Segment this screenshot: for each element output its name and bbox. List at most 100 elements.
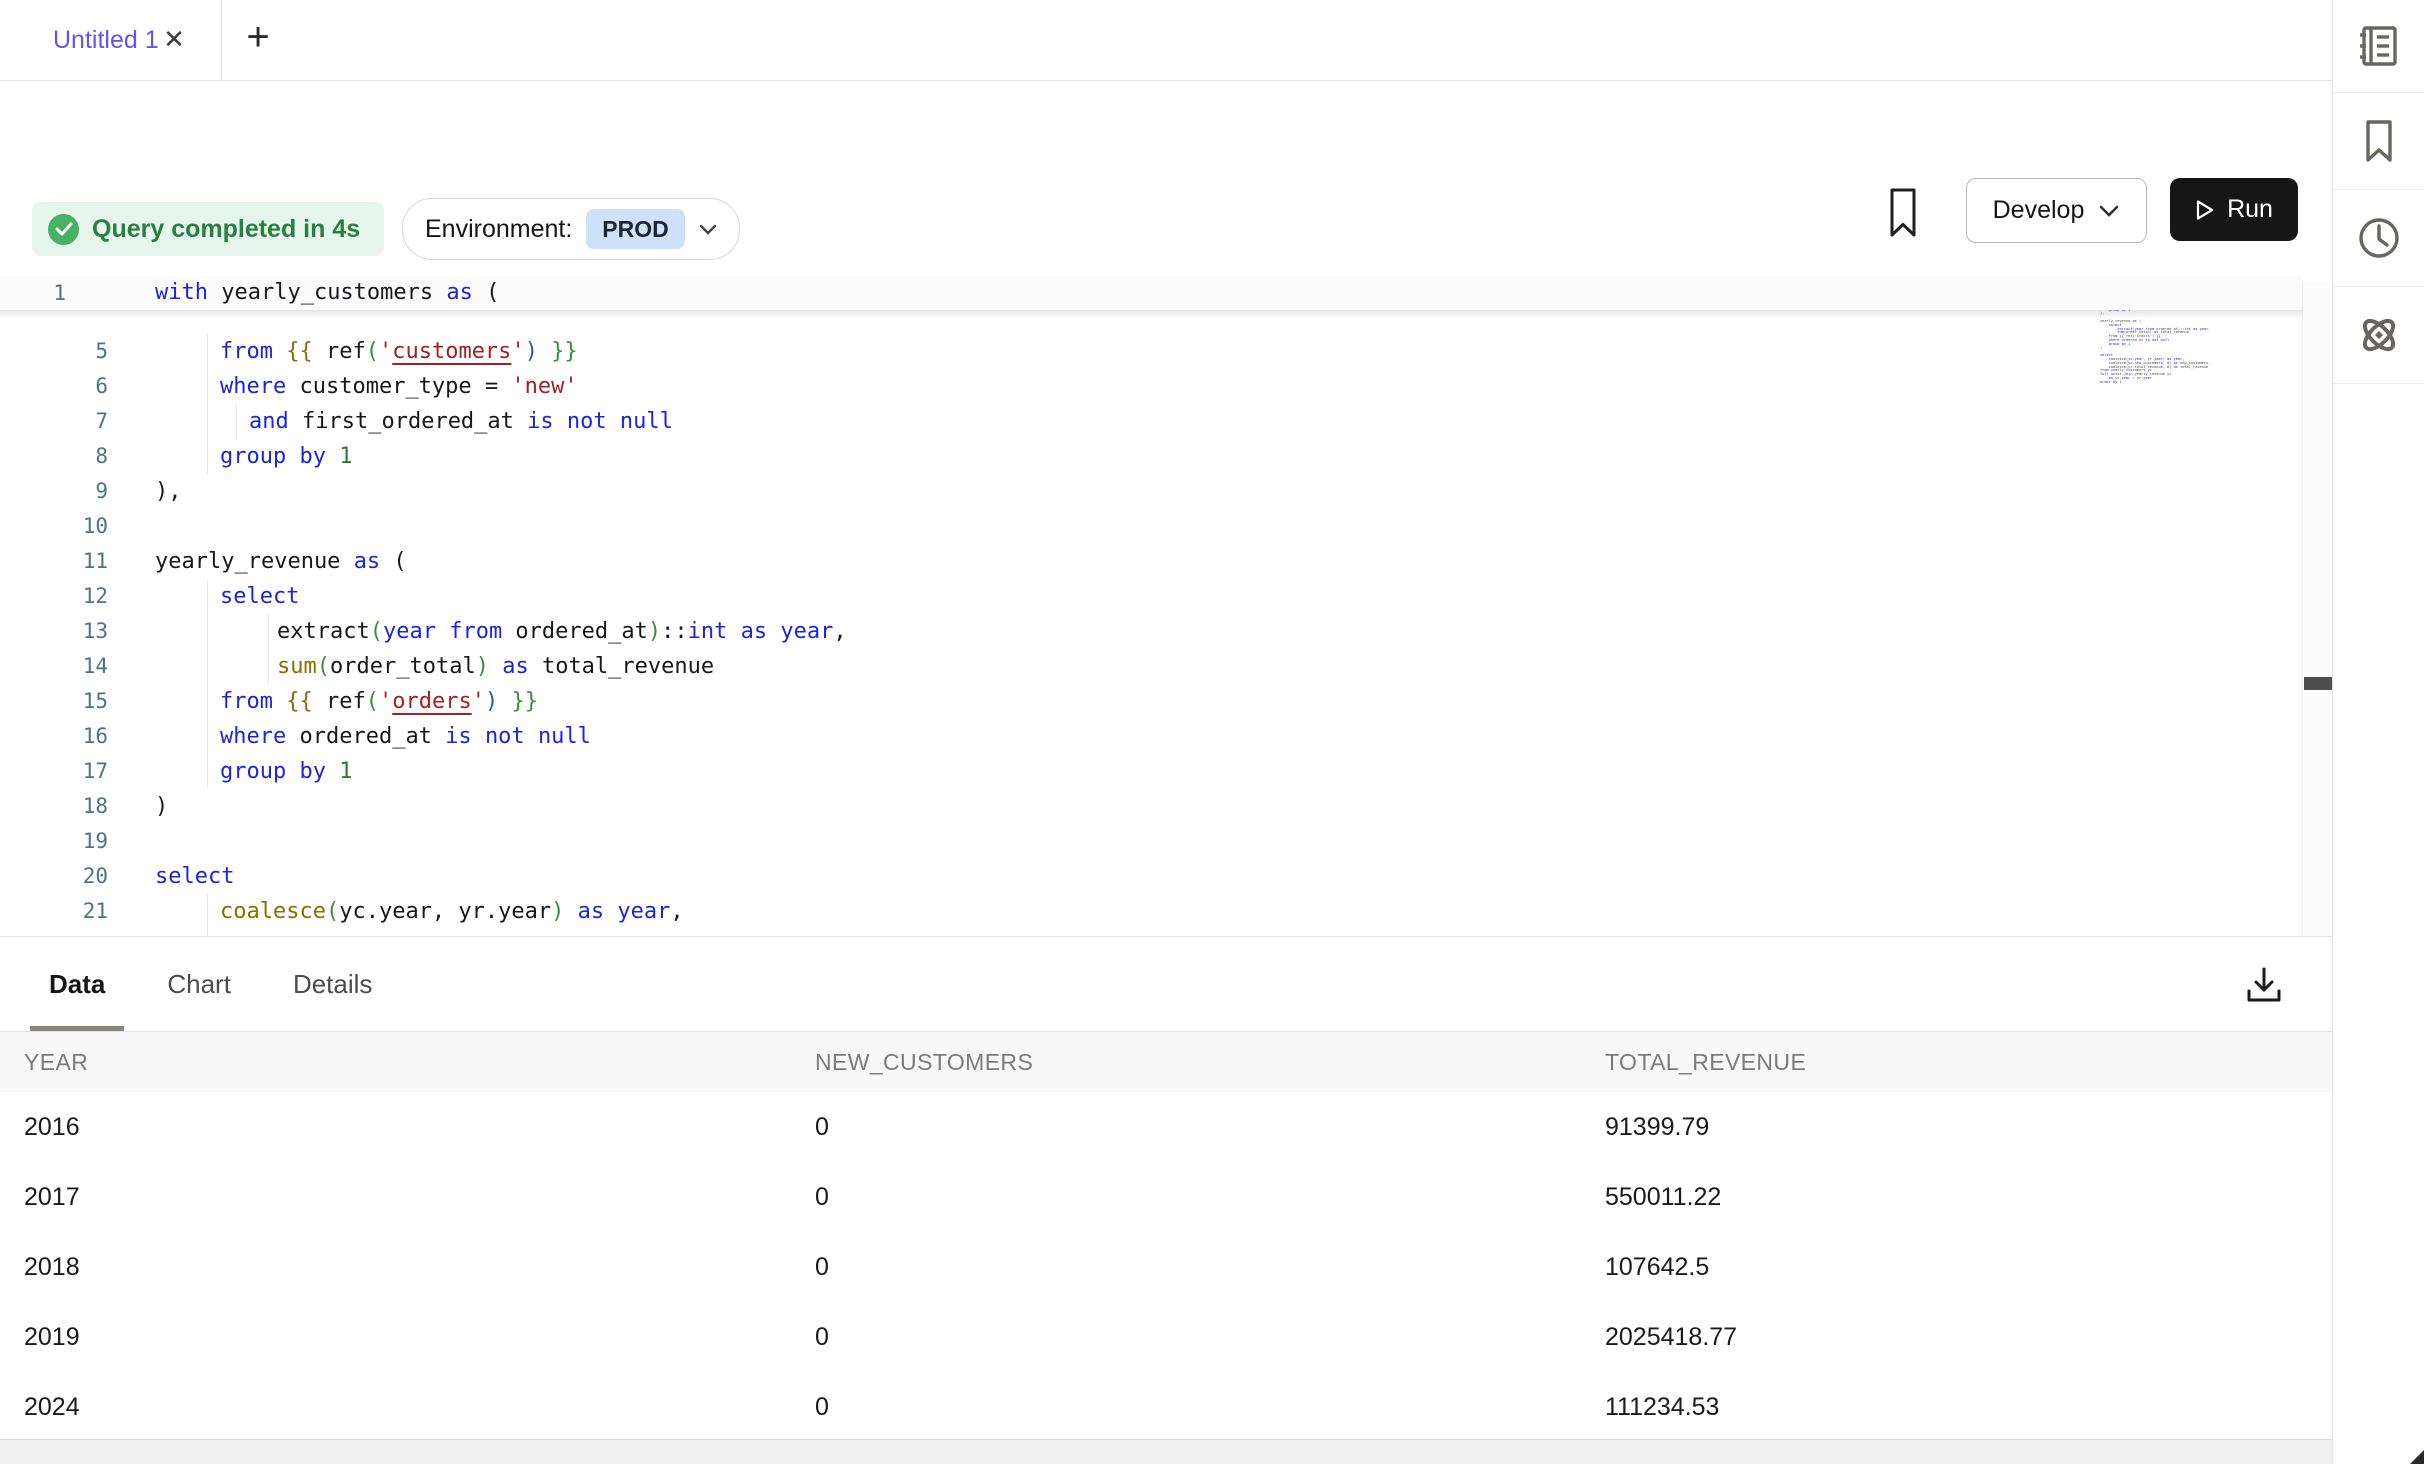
line-number: 1 <box>0 276 66 310</box>
ide-window: Untitled 1 ✕ + Develop <box>0 0 2424 1464</box>
code-token: ) <box>525 339 538 364</box>
results-tab-data[interactable]: Data <box>30 937 124 1031</box>
table-row: 20170550011.22 <box>0 1162 2332 1233</box>
code-text: coalesce(yc.year, yr.year) as year, <box>220 894 684 929</box>
line-number: 12 <box>0 579 108 614</box>
code-line-17: 17group by 1 <box>0 754 2302 789</box>
indent-guide <box>207 404 208 439</box>
indent-guide <box>207 684 208 719</box>
code-text: select <box>155 859 234 894</box>
code-token: extract <box>277 619 370 644</box>
code-token: ( <box>380 549 407 574</box>
bookmark-button[interactable] <box>1882 185 1924 241</box>
code-text: coalesce(yc.new_customers, 0) as new_cus… <box>220 929 843 936</box>
indent-guide <box>207 894 208 929</box>
line-number: 6 <box>0 369 108 404</box>
editor-scrollbar-track[interactable] <box>2302 282 2332 936</box>
code-token: customer_type = <box>286 374 511 399</box>
code-token: group <box>220 759 286 784</box>
code-token <box>538 339 551 364</box>
code-token: not <box>567 409 607 434</box>
table-row: 20240111234.53 <box>0 1372 2332 1443</box>
code-token: ref <box>313 339 366 364</box>
history-button[interactable] <box>2333 190 2424 287</box>
sticky-scroll-shadow <box>0 310 2302 319</box>
environment-label: Environment: <box>425 215 572 244</box>
develop-dropdown[interactable]: Develop <box>1966 178 2147 243</box>
code-line-8: 8 group by 1 <box>0 439 2302 474</box>
code-token: where <box>220 374 286 399</box>
code-token: total_revenue <box>529 654 714 679</box>
line-number: 18 <box>0 789 108 824</box>
code-line-21: 21coalesce(yc.year, yr.year) as year, <box>0 894 2302 929</box>
sticky-scroll-line[interactable]: 1with yearly_customers as ( <box>0 276 2302 310</box>
code-text: sum(order_total) as total_revenue <box>277 649 714 684</box>
dbt-lineage-button[interactable] <box>2333 287 2424 384</box>
code-line-10: 10 <box>0 509 2302 544</box>
code-line-22: 22coalesce(yc.new_customers, 0) as new_c… <box>0 929 2302 936</box>
line-number: 9 <box>0 474 108 509</box>
environment-selector[interactable]: Environment: PROD <box>402 198 740 260</box>
editor-scrollbar-thumb[interactable] <box>2304 677 2332 690</box>
line-number: 8 <box>0 439 108 474</box>
code-token: by <box>299 444 326 469</box>
code-token: select <box>220 584 299 609</box>
tab-title[interactable]: Untitled 1 <box>53 0 159 80</box>
code-token <box>273 689 286 714</box>
indent-guide <box>207 334 208 369</box>
code-token <box>767 619 780 644</box>
code-line-9: 9), <box>0 474 2302 509</box>
table-header-row: YEARNEW_CUSTOMERSTOTAL_REVENUE <box>0 1032 2332 1092</box>
tab-untitled-1[interactable]: Untitled 1 ✕ <box>0 0 221 80</box>
code-token: {{ <box>286 689 313 714</box>
table-row: 20180107642.5 <box>0 1232 2332 1303</box>
code-token: ) <box>551 899 564 924</box>
code-token: null <box>620 409 673 434</box>
code-token: and <box>249 409 289 434</box>
table-cell: 0 <box>815 1113 1605 1142</box>
code-token: with <box>155 280 208 305</box>
code-token: }} <box>551 339 578 364</box>
code-line-13: 13extract(year from ordered_at)::int as … <box>0 614 2302 649</box>
code-token: customers <box>392 339 511 364</box>
code-token: ordered_at <box>502 619 648 644</box>
tab-divider <box>221 0 222 80</box>
code-line-7: 7and first_ordered_at is not null <box>0 404 2302 439</box>
results-tab-chart[interactable]: Chart <box>148 937 250 1031</box>
code-token: not <box>485 724 525 749</box>
download-results-button[interactable] <box>2236 957 2292 1013</box>
code-token: from <box>220 339 273 364</box>
code-token: as <box>354 549 381 574</box>
code-token <box>472 724 485 749</box>
close-icon[interactable]: ✕ <box>156 0 192 80</box>
code-token: coalesce <box>220 899 326 924</box>
indent-guide <box>207 369 208 404</box>
code-text: group by 1 <box>220 439 352 474</box>
sql-code-editor[interactable]: 5from {{ ref('customers') }}6 where custo… <box>0 260 2332 936</box>
indent-guide <box>207 579 208 614</box>
code-token: ( <box>473 280 500 305</box>
results-tab-details[interactable]: Details <box>274 937 391 1031</box>
code-token: ) <box>485 689 498 714</box>
develop-label: Develop <box>1993 196 2085 225</box>
code-token: ) <box>648 619 661 644</box>
code-token: yc.year, yr.year <box>339 899 551 924</box>
bookmarks-button[interactable] <box>2333 93 2424 190</box>
results-list-button[interactable] <box>2333 0 2424 93</box>
code-line-12: 12 select <box>0 579 2302 614</box>
code-token: by <box>299 759 326 784</box>
table-cell: 0 <box>815 1323 1605 1352</box>
code-token: is <box>445 724 472 749</box>
column-header-year: YEAR <box>0 1049 815 1076</box>
column-header-total_revenue: TOTAL_REVENUE <box>1605 1049 2332 1076</box>
code-token: ) <box>155 794 168 819</box>
bookmark-icon <box>2358 118 2400 164</box>
horizontal-scrollbar-track[interactable] <box>0 1439 2332 1464</box>
indent-guide <box>268 614 269 649</box>
window-resize-grip[interactable] <box>2410 1450 2424 1464</box>
new-tab-button[interactable]: + <box>236 0 280 80</box>
run-label: Run <box>2227 195 2273 224</box>
code-token: , <box>833 619 846 644</box>
code-line-5: 5from {{ ref('customers') }} <box>0 334 2302 369</box>
run-button[interactable]: Run <box>2170 178 2298 241</box>
